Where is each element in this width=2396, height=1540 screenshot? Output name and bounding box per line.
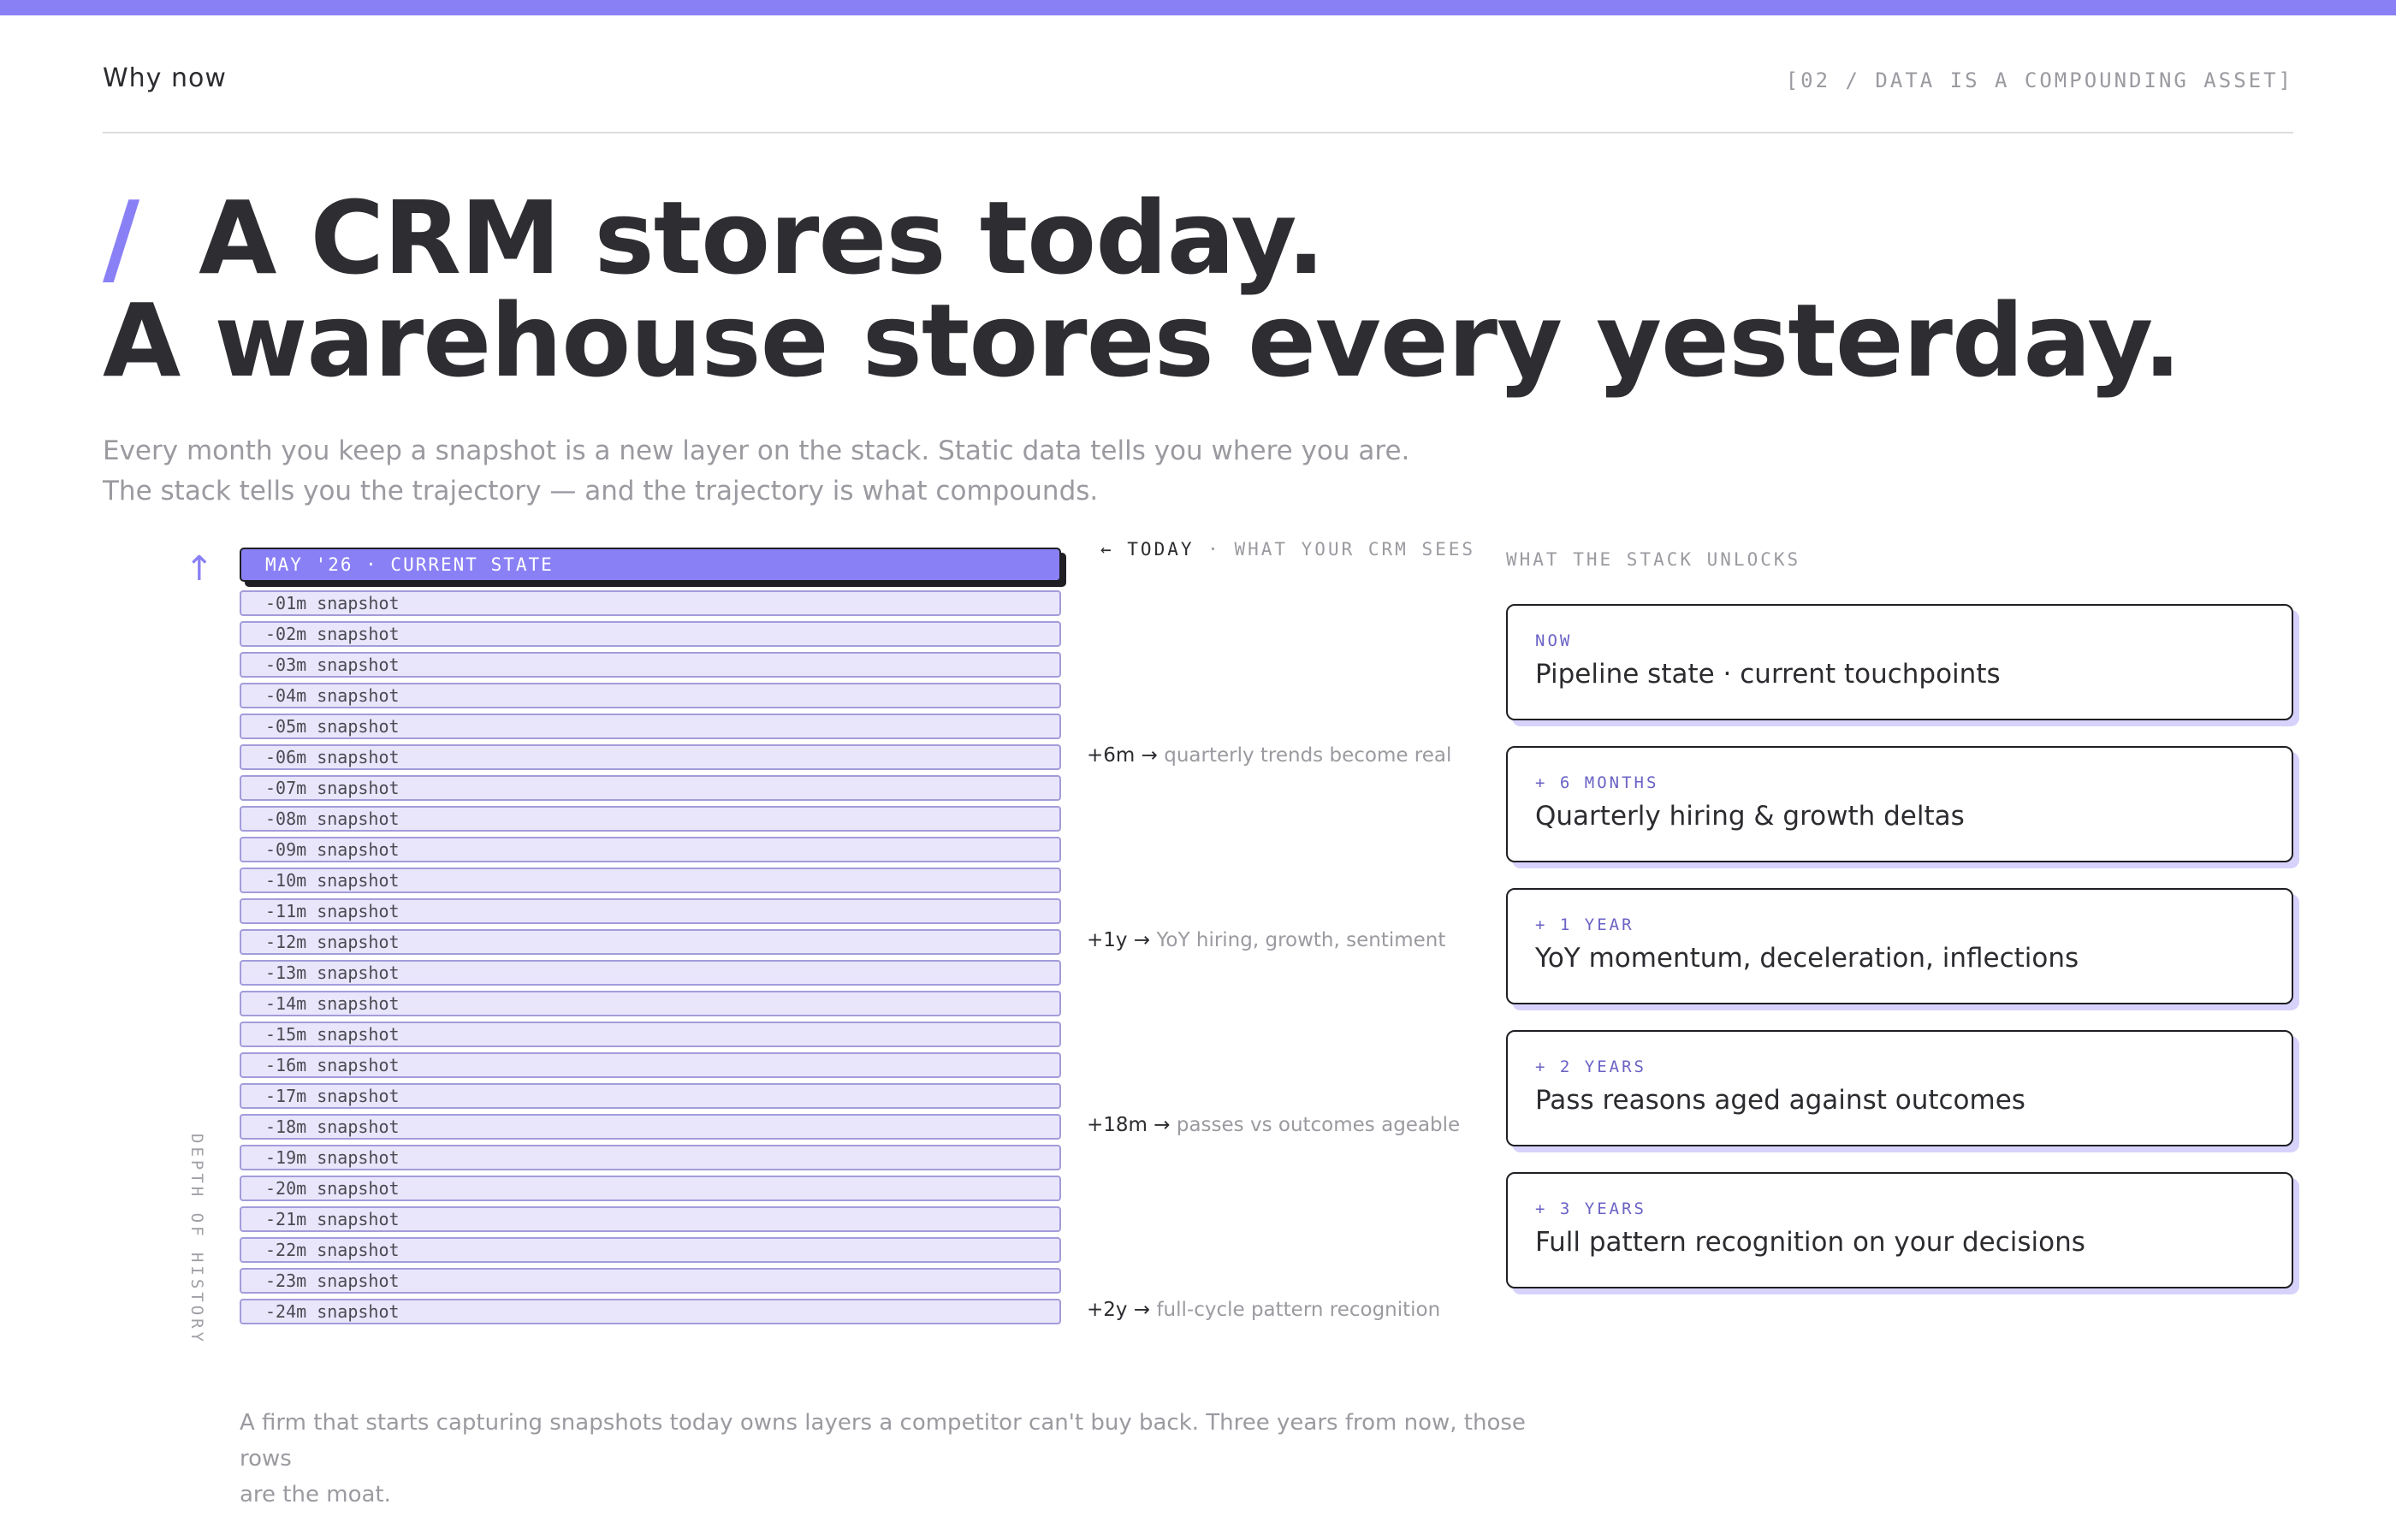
card-title: Pass reasons aged against outcomes [1535,1085,2025,1116]
snapshot-stack: MAY '26 · CURRENT STATE -01m snapshot -02… [240,548,1061,1330]
milestone-key: +18m [1087,1114,1148,1136]
snapshot-layer: -15m snapshot [240,1022,1061,1047]
footer-line-2: are the moat. [240,1482,391,1507]
top-accent-bar [0,0,2396,15]
snapshot-layer: -11m snapshot [240,898,1061,924]
card-tag: + 3 YEARS [1535,1199,1646,1218]
snapshot-layer: -22m snapshot [240,1237,1061,1263]
snapshot-layer: -23m snapshot [240,1268,1061,1294]
today-annotation: ← TODAY · WHAT YOUR CRM SEES [1100,539,1475,560]
section-label: Why now [103,63,227,93]
intro-line-2: The stack tells you the trajectory — and… [103,476,1099,506]
arrow-right-icon: → [1135,744,1165,767]
page-title: / A CRM stores today. A warehouse stores … [103,187,2181,400]
today-key: ← TODAY [1100,539,1195,560]
card-tag: + 2 YEARS [1535,1057,1646,1076]
snapshot-layer: -12m snapshot [240,929,1061,955]
snapshot-layer: -18m snapshot [240,1114,1061,1140]
milestone-desc: passes vs outcomes ageable [1176,1114,1461,1136]
snapshot-layer: -02m snapshot [240,621,1061,647]
unlock-card-1-year: + 1 YEAR YoY momentum, deceleration, inf… [1506,888,2293,1004]
snapshot-layer: -21m snapshot [240,1206,1061,1232]
card-title: YoY momentum, deceleration, inflections [1535,943,2079,974]
snapshot-layer: -06m snapshot [240,744,1061,770]
card-title: Quarterly hiring & growth deltas [1535,801,1965,832]
unlock-card-2-years: + 2 YEARS Pass reasons aged against outc… [1506,1030,2293,1146]
milestone-18m: +18m → passes vs outcomes ageable [1087,1114,1460,1136]
header-divider [103,132,2293,133]
current-state-layer: MAY '26 · CURRENT STATE [240,548,1061,582]
milestone-key: +6m [1087,744,1136,767]
snapshot-layer: -03m snapshot [240,652,1061,678]
arrow-right-icon: → [1127,929,1157,951]
card-tag: + 6 MONTHS [1535,773,1659,792]
arrow-right-icon: → [1127,1299,1157,1321]
snapshot-layer: -13m snapshot [240,960,1061,986]
snapshot-layer: -01m snapshot [240,590,1061,616]
arrow-right-icon: → [1147,1114,1177,1136]
snapshot-layer: -16m snapshot [240,1052,1061,1078]
milestone-2y: +2y → full-cycle pattern recognition [1087,1299,1440,1321]
unlock-card-3-years: + 3 YEARS Full pattern recognition on yo… [1506,1172,2293,1288]
snapshot-layer: -07m snapshot [240,775,1061,801]
depth-of-history-label: DEPTH OF HISTORY [187,1134,206,1346]
unlock-card-6-months: + 6 MONTHS Quarterly hiring & growth del… [1506,746,2293,862]
intro-text: Every month you keep a snapshot is a new… [103,431,1438,512]
title-line-1: A CRM stores today. [199,179,1325,297]
snapshot-layer: -24m snapshot [240,1299,1061,1324]
milestone-desc: full-cycle pattern recognition [1156,1299,1441,1321]
snapshot-layer: -10m snapshot [240,868,1061,893]
card-tag: NOW [1535,631,1573,650]
unlocks-heading: WHAT THE STACK UNLOCKS [1506,549,1801,570]
section-tag: [02 / DATA IS A COMPOUNDING ASSET] [1785,68,2293,92]
today-desc: · WHAT YOUR CRM SEES [1194,539,1476,560]
footer-line-1: A firm that starts capturing snapshots t… [240,1410,1526,1472]
snapshot-layer: -20m snapshot [240,1176,1061,1201]
intro-line-1: Every month you keep a snapshot is a new… [103,435,1410,466]
milestone-desc: YoY hiring, growth, sentiment [1156,929,1446,951]
snapshot-layer: -08m snapshot [240,806,1061,832]
milestone-key: +2y [1087,1299,1128,1321]
footer-note: A firm that starts capturing snapshots t… [240,1405,1575,1513]
snapshot-layer: -04m snapshot [240,683,1061,708]
up-arrow-icon: ↑ [185,549,214,589]
milestone-6m: +6m → quarterly trends become real [1087,744,1451,767]
milestone-key: +1y [1087,929,1128,951]
card-tag: + 1 YEAR [1535,915,1634,934]
snapshot-layer: -05m snapshot [240,714,1061,739]
card-title: Full pattern recognition on your decisio… [1535,1227,2085,1258]
card-title: Pipeline state · current touchpoints [1535,659,2001,690]
snapshot-layer: -14m snapshot [240,991,1061,1016]
milestone-1y: +1y → YoY hiring, growth, sentiment [1087,929,1445,951]
snapshot-layer: -09m snapshot [240,837,1061,862]
snapshot-layer: -17m snapshot [240,1083,1061,1109]
milestone-desc: quarterly trends become real [1164,744,1452,767]
snapshot-layer: -19m snapshot [240,1145,1061,1170]
unlock-card-now: NOW Pipeline state · current touchpoints [1506,604,2293,720]
slash-accent: / [103,179,139,297]
title-line-2: A warehouse stores every yesterday. [103,281,2181,400]
